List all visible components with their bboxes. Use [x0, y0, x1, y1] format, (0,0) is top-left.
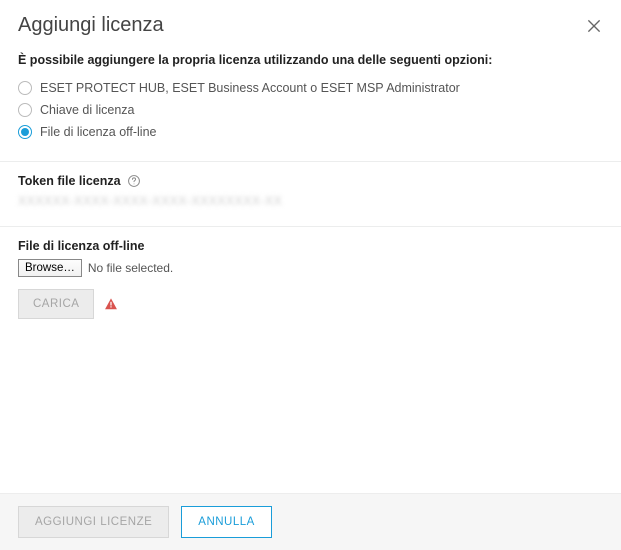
- dialog-header: Aggiungi licenza: [18, 14, 603, 37]
- option-license-key[interactable]: Chiave di licenza: [18, 99, 603, 121]
- options-prompt: È possibile aggiungere la propria licenz…: [18, 53, 603, 67]
- file-section-label: File di licenza off-line: [18, 239, 603, 253]
- file-picker-row: Browse… No file selected.: [18, 259, 603, 277]
- upload-row: CARICA: [18, 289, 603, 319]
- divider: [0, 161, 621, 162]
- divider: [0, 226, 621, 227]
- file-status: No file selected.: [88, 261, 173, 275]
- cancel-button[interactable]: ANNULLA: [181, 506, 272, 538]
- token-value: XXXXXX-XXXX-XXXX-XXXX-XXXXXXXX-XX: [18, 194, 603, 208]
- token-label-row: Token file licenza: [18, 174, 603, 188]
- radio-icon: [18, 103, 32, 117]
- option-offline-file[interactable]: File di licenza off-line: [18, 121, 603, 143]
- browse-button[interactable]: Browse…: [18, 259, 82, 277]
- dialog-title: Aggiungi licenza: [18, 14, 164, 37]
- option-label: ESET PROTECT HUB, ESET Business Account …: [40, 81, 460, 95]
- help-icon[interactable]: [127, 174, 141, 188]
- add-license-dialog: Aggiungi licenza È possibile aggiungere …: [0, 0, 621, 550]
- option-hub-account[interactable]: ESET PROTECT HUB, ESET Business Account …: [18, 77, 603, 99]
- radio-icon: [18, 125, 32, 139]
- warning-icon: [104, 297, 118, 311]
- license-options: ESET PROTECT HUB, ESET Business Account …: [18, 77, 603, 143]
- token-label: Token file licenza: [18, 174, 121, 188]
- close-icon[interactable]: [585, 17, 603, 35]
- option-label: File di licenza off-line: [40, 125, 157, 139]
- option-label: Chiave di licenza: [40, 103, 135, 117]
- radio-icon: [18, 81, 32, 95]
- add-licenses-button[interactable]: AGGIUNGI LICENZE: [18, 506, 169, 538]
- upload-button[interactable]: CARICA: [18, 289, 94, 319]
- dialog-footer: AGGIUNGI LICENZE ANNULLA: [0, 493, 621, 550]
